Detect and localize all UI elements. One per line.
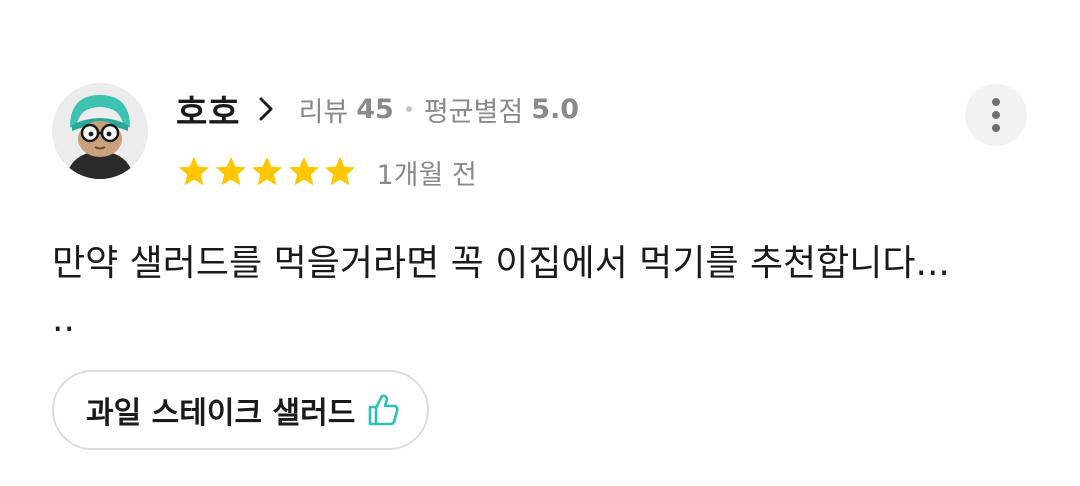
avatar-image <box>52 83 148 179</box>
star-icon <box>179 156 209 186</box>
star-icon <box>325 156 355 186</box>
review-card: 호호 리뷰 45 평균별점 5.0 1개월 전 만약 샐러드를 먹을거라면 꼭 … <box>0 0 1080 486</box>
star-icon <box>252 156 282 186</box>
menu-tag-label: 과일 스테이크 샐러드 <box>86 396 356 431</box>
chevron-right-icon <box>259 97 273 121</box>
separator-dot <box>405 106 412 112</box>
more-options-button[interactable] <box>965 84 1027 146</box>
review-count-label: 리뷰 <box>298 96 349 128</box>
star-rating <box>176 154 359 190</box>
avg-rating-value: 5.0 <box>531 93 580 125</box>
more-vertical-icon <box>992 98 1000 132</box>
reviewer-name[interactable]: 호호 <box>176 85 241 134</box>
star-icon <box>288 156 319 186</box>
thumbs-up-icon <box>368 394 399 426</box>
review-text[interactable]: 만약 샐러드를 먹을거라면 꼭 이집에서 먹기를 추천합니다... .. <box>52 236 1042 348</box>
reviewer-info[interactable]: 호호 리뷰 45 평균별점 5.0 <box>176 85 580 134</box>
review-date: 1개월 전 <box>376 159 477 191</box>
avg-rating-label: 평균별점 <box>423 96 524 128</box>
review-count: 45 <box>356 93 394 125</box>
menu-tag-chip[interactable]: 과일 스테이크 샐러드 <box>52 370 430 450</box>
star-icon <box>215 156 246 186</box>
avatar[interactable] <box>52 83 148 179</box>
rating-row: 1개월 전 <box>176 152 477 192</box>
